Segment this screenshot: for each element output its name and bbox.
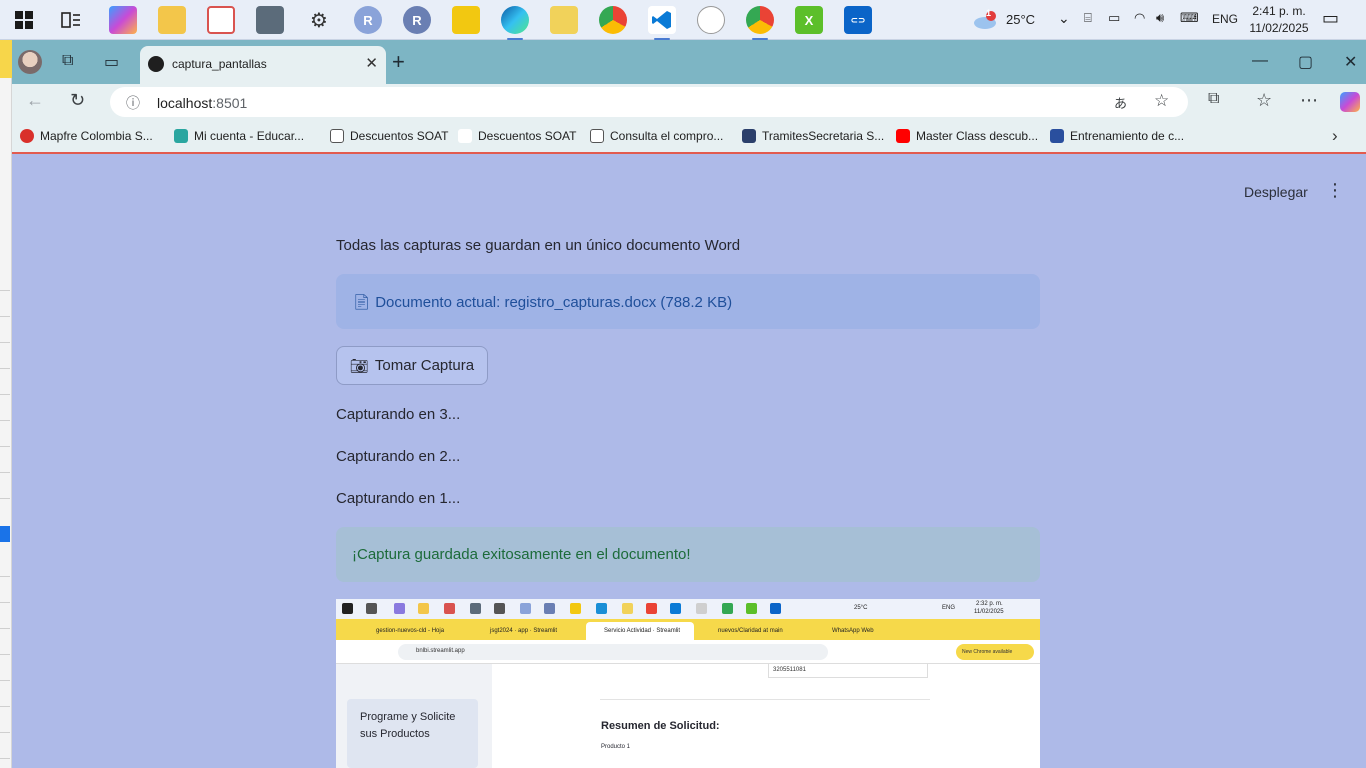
maximize-icon[interactable]: ▢: [1298, 52, 1313, 72]
bookmark-mapfre[interactable]: Mapfre Colombia S...: [20, 129, 153, 143]
url-bar[interactable]: ⓘ localhost:8501 あ ☆: [110, 87, 1188, 117]
remote-app-icon[interactable]: ⊂⊃: [844, 6, 872, 34]
bookmark-mi-cuenta[interactable]: Mi cuenta - Educar...: [174, 129, 304, 143]
shot-address-bar: bnlbi.streamlit.app New Chrome available: [336, 640, 1040, 664]
bookmark-consulta[interactable]: Consulta el compro...: [590, 129, 723, 143]
intro-text: Todas las capturas se guardan en un únic…: [336, 237, 741, 254]
bookmark-tramites[interactable]: TramitesSecretaria S...: [742, 129, 884, 143]
power-bi-icon[interactable]: [452, 6, 480, 34]
tab-close-icon[interactable]: ✕: [365, 54, 378, 72]
page-icon: [590, 129, 604, 143]
wifi-icon[interactable]: ◠: [1134, 10, 1145, 26]
minimize-icon[interactable]: —: [1252, 52, 1268, 70]
bookmark-descuentos-soat-1[interactable]: Descuentos SOAT: [330, 129, 448, 143]
tab-captura-pantallas[interactable]: captura_pantallas ✕: [140, 46, 386, 84]
mapfre-icon: [20, 129, 34, 143]
copilot-sidebar-icon[interactable]: [1340, 92, 1360, 112]
calculator-icon[interactable]: [256, 6, 284, 34]
address-toolbar: ← ↻ ⓘ localhost:8501 あ ☆ ⧉ ☆ ⋯: [12, 84, 1366, 120]
clock-app-icon[interactable]: [697, 6, 725, 34]
captured-screenshot: 25°C ENG 2:32 p. m. 11/02/2025 gestion-n…: [336, 599, 1040, 768]
main-menu-icon[interactable]: ⋮: [1326, 180, 1344, 201]
notifications-icon[interactable]: ▭: [1322, 8, 1339, 29]
temperature-label[interactable]: 25°C: [1006, 12, 1035, 27]
language-indicator[interactable]: ENG: [1212, 12, 1238, 26]
cdc-icon: [1050, 129, 1064, 143]
favorite-star-icon[interactable]: ☆: [1154, 91, 1169, 111]
shield-icon: [742, 129, 756, 143]
streamlit-favicon-icon: [148, 56, 164, 72]
success-alert: ¡Captura guardada exitosamente en el doc…: [336, 527, 1040, 582]
vscode-icon[interactable]: [648, 6, 676, 40]
profile-avatar[interactable]: [18, 50, 42, 74]
tab-title: captura_pantallas: [172, 57, 267, 71]
translate-icon[interactable]: あ: [1114, 93, 1127, 112]
countdown-1: Capturando en 1...: [336, 490, 461, 507]
take-capture-label: Tomar Captura: [374, 357, 475, 374]
clock-date: 11/02/2025: [1249, 21, 1309, 35]
extensions-icon[interactable]: ⧉: [1208, 90, 1219, 108]
educar-icon: [174, 129, 188, 143]
new-tab-icon[interactable]: +: [392, 49, 405, 75]
workspaces-icon[interactable]: ⧉: [62, 52, 73, 70]
background-window-edge: [0, 40, 12, 768]
camera-icon: 📷︎: [349, 357, 369, 375]
bookmark-descuentos-soat-2[interactable]: Descuentos SOAT: [458, 129, 576, 143]
windows-taskbar: ⚙ R R X ⊂⊃ 1 25°C ⌄ ⌸ ▭ ◠ 🔊︎ ⌨ ENG 2:41 …: [0, 0, 1366, 40]
site-info-icon[interactable]: ⓘ: [126, 93, 140, 113]
shot-taskbar: 25°C ENG 2:32 p. m. 11/02/2025: [336, 599, 1040, 619]
close-window-icon[interactable]: ✕: [1344, 52, 1357, 72]
more-menu-icon[interactable]: ⋯: [1300, 90, 1318, 111]
url-text[interactable]: localhost:8501: [157, 95, 247, 111]
clock-time: 2:41 p. m.: [1252, 4, 1306, 18]
chevron-up-icon[interactable]: ⌄: [1058, 10, 1070, 27]
task-view-icon[interactable]: [57, 6, 85, 34]
blank-page-icon: [458, 129, 472, 143]
windows-start-icon[interactable]: [10, 6, 38, 34]
success-message: ¡Captura guardada exitosamente en el doc…: [352, 546, 691, 563]
battery-icon[interactable]: ▭: [1108, 10, 1120, 26]
meet-now-icon[interactable]: ⌸: [1084, 10, 1092, 26]
background-window-titlebar: [0, 40, 12, 78]
chevron-right-icon[interactable]: ›: [1332, 126, 1338, 146]
youtube-icon: [896, 129, 910, 143]
r-app-icon[interactable]: R: [354, 6, 382, 34]
bookmark-master-class[interactable]: Master Class descub...: [896, 129, 1038, 143]
rstudio-icon[interactable]: R: [403, 6, 431, 34]
page-icon: [330, 129, 344, 143]
weather-badge: 1: [986, 8, 992, 18]
countdown-2: Capturando en 2...: [336, 448, 461, 465]
favorites-icon[interactable]: ☆: [1256, 90, 1272, 111]
reload-icon[interactable]: ↻: [70, 90, 85, 111]
document-icon: 📄︎: [352, 294, 372, 311]
settings-gear-icon[interactable]: ⚙: [305, 6, 333, 34]
volume-icon[interactable]: 🔊︎: [1156, 10, 1164, 26]
bookmarks-bar: Mapfre Colombia S... Mi cuenta - Educar.…: [12, 120, 1366, 154]
tab-actions-icon[interactable]: ▭: [104, 52, 119, 72]
tools-app-icon[interactable]: [550, 6, 578, 34]
countdown-3: Capturando en 3...: [336, 406, 461, 423]
deploy-button[interactable]: Desplegar: [1244, 184, 1308, 200]
shot-tab-bar: gestion-nuevos-cld - Hoja jsgt2024 · app…: [336, 619, 1040, 640]
snipping-tool-icon[interactable]: [207, 6, 235, 34]
keyboard-icon[interactable]: ⌨: [1180, 10, 1199, 26]
chrome-icon[interactable]: [599, 6, 627, 34]
document-info-box: 📄︎ Documento actual: registro_capturas.d…: [336, 274, 1040, 329]
document-info: 📄︎ Documento actual: registro_capturas.d…: [352, 294, 733, 311]
excel-icon[interactable]: X: [795, 6, 823, 34]
system-clock[interactable]: 2:41 p. m. 11/02/2025: [1236, 3, 1322, 37]
back-arrow-icon[interactable]: ←: [26, 90, 44, 111]
streamlit-page: Desplegar ⋮ Todas las capturas se guarda…: [12, 156, 1366, 768]
take-capture-button[interactable]: 📷︎ Tomar Captura: [336, 346, 488, 385]
edge-browser-icon[interactable]: [501, 6, 529, 40]
shot-sidebar: Programe y Solicite sus Productos: [336, 664, 492, 768]
copilot-icon[interactable]: [109, 6, 137, 34]
file-explorer-icon[interactable]: [158, 6, 186, 34]
chrome-profile-icon[interactable]: [746, 6, 774, 40]
bookmark-entrenamiento[interactable]: Entrenamiento de c...: [1050, 129, 1184, 143]
browser-tab-bar: ⧉ ▭ captura_pantallas ✕ + — ▢ ✕: [12, 40, 1366, 84]
